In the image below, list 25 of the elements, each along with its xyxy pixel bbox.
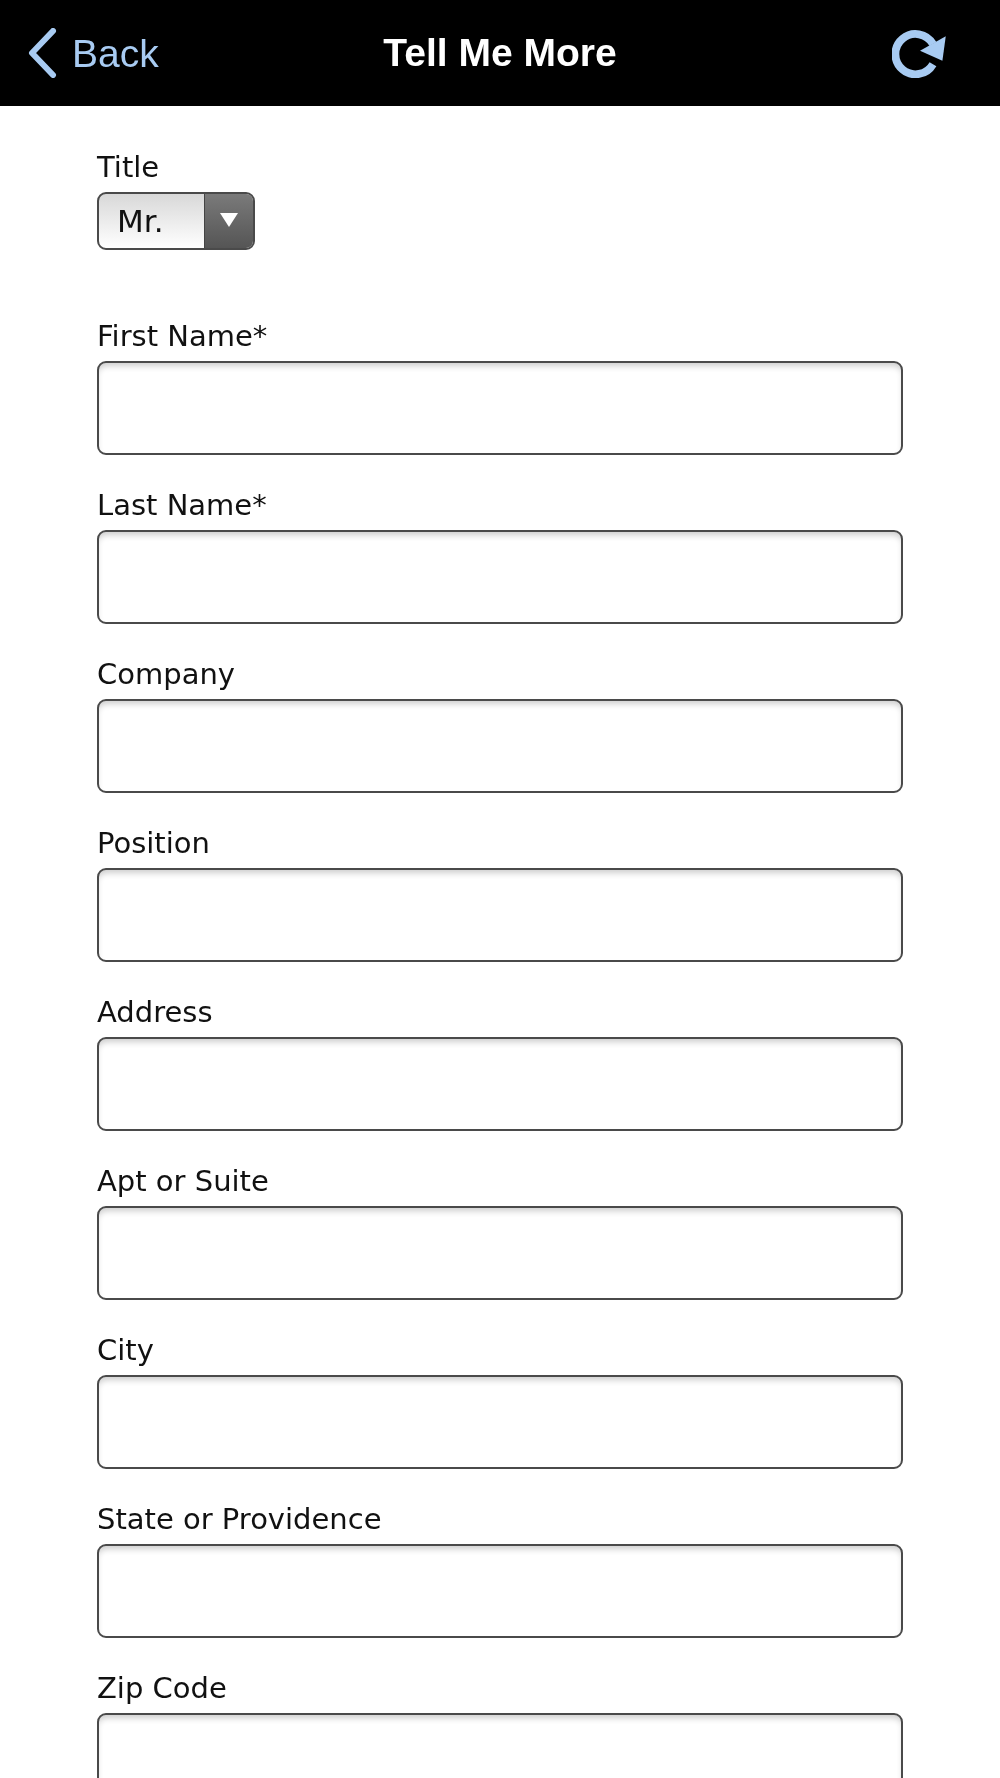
field-label: Address — [97, 994, 214, 1031]
text-field[interactable] — [97, 868, 903, 962]
text-field[interactable] — [97, 1206, 903, 1300]
refresh-button[interactable] — [892, 28, 948, 78]
caret-icon — [204, 194, 253, 248]
text-field[interactable] — [97, 1037, 903, 1131]
title-select[interactable]: Mr. — [97, 192, 255, 250]
text-field[interactable] — [97, 699, 903, 793]
text-field[interactable] — [97, 530, 903, 624]
refresh-icon — [892, 28, 948, 78]
field-label: Zip Code — [97, 1670, 228, 1707]
field-label: Title — [97, 149, 161, 186]
field-label: Apt or Suite — [97, 1163, 270, 1200]
text-field[interactable] — [97, 1544, 903, 1638]
field-label: Position — [97, 825, 211, 862]
chevron-left-icon — [26, 28, 58, 78]
screen-title: Tell Me More — [383, 31, 617, 75]
field-label: Last Name* — [97, 487, 268, 524]
field-label: City — [97, 1332, 155, 1369]
field-label: State or Providence — [97, 1501, 383, 1538]
text-field[interactable] — [97, 361, 903, 455]
back-button[interactable]: Back — [26, 28, 159, 78]
field-label: First Name* — [97, 318, 269, 355]
field-label: Company — [97, 656, 236, 693]
text-field[interactable] — [97, 1375, 903, 1469]
